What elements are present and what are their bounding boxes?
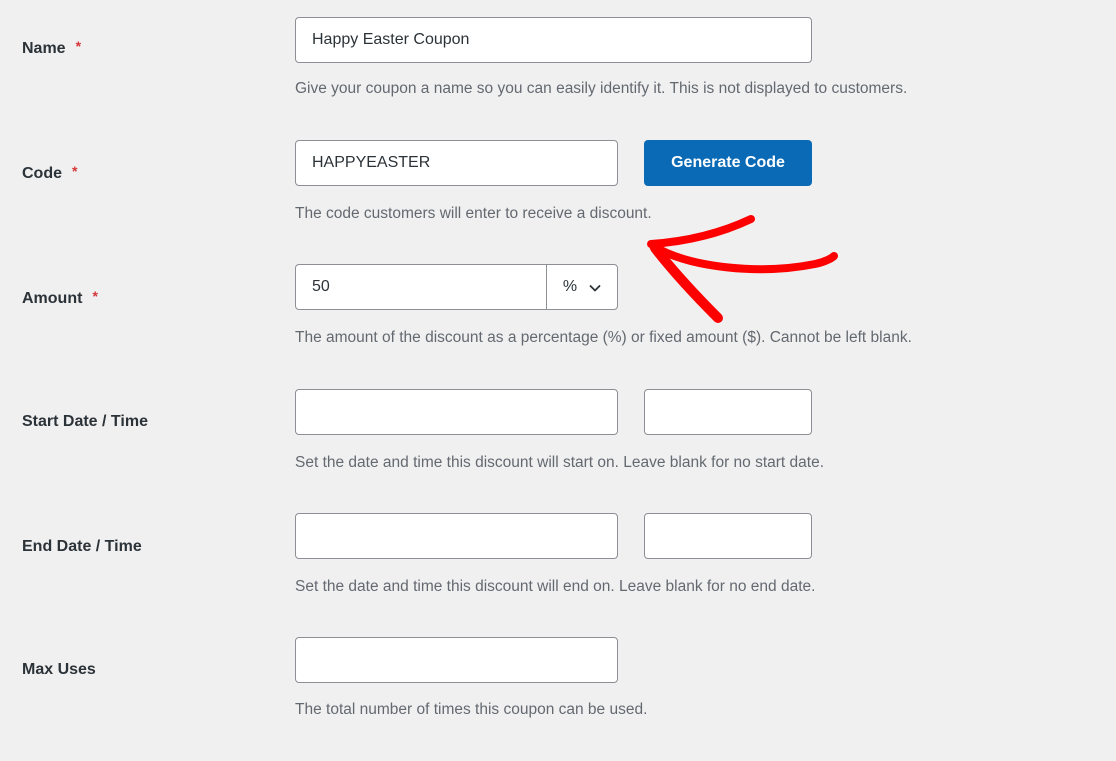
arrow-head-upper (651, 219, 751, 244)
amount-label: Amount * (22, 290, 98, 308)
end-date-label: End Date / Time (22, 538, 142, 556)
amount-type-value: % (563, 278, 577, 296)
start-date-input[interactable] (295, 389, 618, 435)
end-date-input[interactable] (295, 513, 618, 559)
chevron-down-icon (589, 281, 601, 293)
amount-field: 50 % (295, 264, 618, 310)
end-time-input[interactable] (644, 513, 812, 559)
start-date-description: Set the date and time this discount will… (295, 454, 824, 472)
required-indicator: * (72, 163, 77, 179)
amount-type-select[interactable]: % (546, 265, 617, 309)
arrow-head-lower (655, 248, 718, 318)
start-time-input[interactable] (644, 389, 812, 435)
required-indicator: * (76, 38, 81, 54)
code-input[interactable]: HAPPYEASTER (295, 140, 618, 186)
start-date-label: Start Date / Time (22, 413, 148, 431)
amount-label-text: Amount (22, 290, 82, 307)
amount-input[interactable]: 50 (296, 265, 546, 309)
arrow-shaft (653, 246, 834, 269)
max-uses-input[interactable] (295, 637, 618, 683)
code-label: Code * (22, 165, 77, 183)
end-date-description: Set the date and time this discount will… (295, 578, 815, 596)
name-description: Give your coupon a name so you can easil… (295, 80, 907, 98)
code-label-text: Code (22, 165, 62, 182)
code-description: The code customers will enter to receive… (295, 205, 652, 223)
name-label: Name * (22, 40, 81, 58)
max-uses-description: The total number of times this coupon ca… (295, 701, 647, 719)
required-indicator: * (92, 288, 97, 304)
generate-code-button[interactable]: Generate Code (644, 140, 812, 186)
name-label-text: Name (22, 40, 66, 57)
name-input[interactable]: Happy Easter Coupon (295, 17, 812, 63)
max-uses-label: Max Uses (22, 661, 96, 679)
amount-description: The amount of the discount as a percenta… (295, 329, 912, 347)
